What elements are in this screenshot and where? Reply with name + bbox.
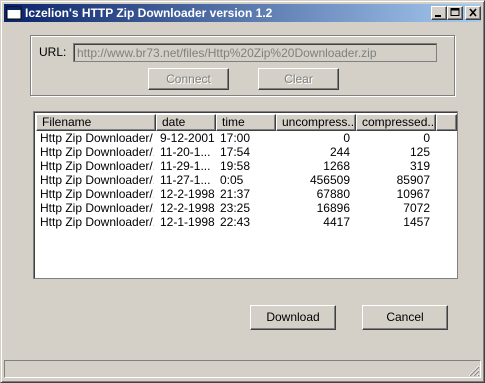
cell-filename: Http Zip Downloader/... — [40, 173, 154, 187]
column-compressed[interactable]: compressed... — [356, 114, 436, 131]
maximize-button[interactable] — [447, 6, 463, 20]
cell-uncompressed: 4417 — [323, 215, 350, 229]
maximize-icon — [450, 8, 460, 16]
table-row[interactable]: Http Zip Downloader/... 11-29-1... 19:58 12… — [36, 159, 455, 173]
url-label: URL: — [39, 45, 67, 59]
cell-uncompressed: 1268 — [323, 159, 350, 173]
list-rows: Http Zip Downloader/9-12-2001 17:00 0 0 Http… — [36, 131, 455, 229]
app-icon — [6, 5, 22, 21]
cell-date: 12-2-1998 — [160, 187, 215, 201]
cell-compressed: 1457 — [403, 215, 430, 229]
cell-filename: Http Zip Downloader/ — [40, 131, 153, 145]
table-row[interactable]: Http Zip Downloader/... 11-27-1... 0:05 456… — [36, 173, 455, 187]
cell-time: 22:43 — [220, 215, 251, 229]
cell-time: 17:54 — [220, 145, 251, 159]
main-window: Iczelion's HTTP Zip Downloader version 1… — [0, 0, 485, 383]
table-row[interactable]: Http Zip Downloader/... 12-2-1998 23:25 168… — [36, 201, 455, 215]
clear-button[interactable]: Clear — [258, 68, 339, 90]
close-button[interactable] — [465, 6, 481, 20]
cell-filename: Http Zip Downloader/... — [40, 215, 154, 229]
column-time[interactable]: time — [216, 114, 276, 131]
cell-date: 12-1-1998 — [160, 215, 215, 229]
cell-filename: Http Zip Downloader/... — [40, 187, 154, 201]
column-filename[interactable]: Filename — [36, 114, 156, 131]
table-row[interactable]: Http Zip Downloader/9-12-2001 17:00 0 0 — [36, 131, 455, 145]
cell-date: 11-27-1... — [160, 173, 211, 187]
cell-uncompressed: 67880 — [316, 187, 350, 201]
cell-compressed: 10967 — [396, 187, 430, 201]
cell-compressed: 85907 — [396, 173, 430, 187]
list-header: Filename date time uncompress... compres… — [36, 114, 457, 131]
cell-compressed: 125 — [409, 145, 430, 159]
connect-button[interactable]: Connect — [148, 68, 229, 90]
title-bar[interactable]: Iczelion's HTTP Zip Downloader version 1… — [4, 4, 481, 22]
cell-time: 23:25 — [220, 201, 251, 215]
file-list[interactable]: Filename date time uncompress... compres… — [33, 111, 458, 279]
cell-uncompressed: 456509 — [309, 173, 350, 187]
cell-filename: Http Zip Downloader/... — [40, 145, 154, 159]
cell-filename: Http Zip Downloader/... — [40, 201, 154, 215]
table-row[interactable]: Http Zip Downloader/... 11-20-1... 17:54 24… — [36, 145, 455, 159]
table-row[interactable]: Http Zip Downloader/... 12-2-1998 21:37 678… — [36, 187, 455, 201]
cell-date: 11-29-1... — [160, 159, 211, 173]
status-bar — [4, 360, 481, 378]
cell-filename: Http Zip Downloader/... — [40, 159, 154, 173]
cell-uncompressed: 0 — [343, 131, 350, 145]
cell-uncompressed: 244 — [329, 145, 350, 159]
close-icon — [469, 8, 477, 17]
column-filler — [436, 114, 457, 131]
cell-compressed: 7072 — [403, 201, 430, 215]
cell-time: 21:37 — [220, 187, 251, 201]
cell-compressed: 319 — [409, 159, 430, 173]
cell-time: 19:58 — [220, 159, 251, 173]
url-input[interactable]: http://www.br73.net/files/Http%20Zip%20D… — [73, 43, 437, 62]
column-uncompressed[interactable]: uncompress... — [276, 114, 356, 131]
minimize-icon — [435, 15, 441, 17]
window-title: Iczelion's HTTP Zip Downloader version 1… — [25, 6, 273, 20]
column-date[interactable]: date — [156, 114, 216, 131]
cell-time: 0:05 — [220, 173, 244, 187]
table-row[interactable]: Http Zip Downloader/... 12-1-1998 22:43 441… — [36, 215, 455, 229]
cell-time: 17:00 — [220, 131, 251, 145]
minimize-button[interactable] — [431, 6, 447, 20]
cell-date: 9-12-2001 — [160, 131, 215, 145]
cancel-button[interactable]: Cancel — [362, 305, 448, 330]
cell-compressed: 0 — [423, 131, 430, 145]
cell-uncompressed: 16896 — [316, 201, 350, 215]
cell-date: 11-20-1... — [160, 145, 211, 159]
resize-grip-icon[interactable] — [466, 363, 480, 377]
cell-date: 12-2-1998 — [160, 201, 215, 215]
download-button[interactable]: Download — [250, 305, 336, 330]
